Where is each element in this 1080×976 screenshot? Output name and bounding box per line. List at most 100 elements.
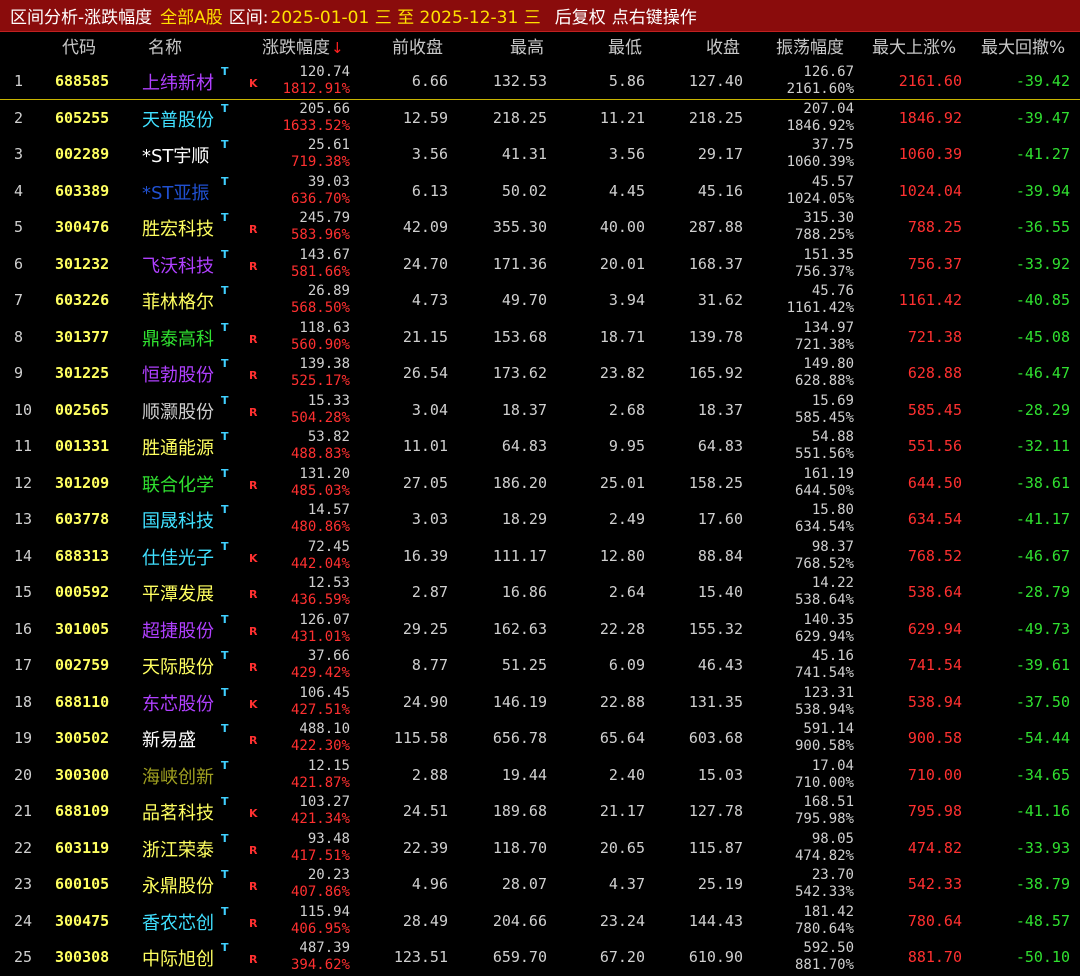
header-high[interactable]: 最高 bbox=[510, 33, 544, 63]
table-row[interactable]: 2 605255 天普股份 T 205.66 1633.52% 12.59 218.25 11.… bbox=[0, 100, 1080, 137]
table-row[interactable]: 9 301225 恒勃股份 T R 139.38 525.17% 26.54 173.62 23.… bbox=[0, 355, 1080, 392]
table-row[interactable]: 7 603226 菲林格尔 T 26.89 568.50% 4.73 49.70 3.94 31.… bbox=[0, 282, 1080, 319]
header-close[interactable]: 收盘 bbox=[706, 33, 740, 63]
high-value: 659.70 bbox=[492, 948, 547, 966]
row-index: 22 bbox=[14, 838, 33, 857]
low-value: 2.68 bbox=[608, 400, 645, 419]
amplitude-percent: 585.45% bbox=[794, 409, 854, 426]
max-up-value: 2161.60 bbox=[898, 72, 962, 90]
trade-tag: T bbox=[221, 539, 229, 553]
max-up-value: 900.58 bbox=[907, 729, 962, 747]
header-change-label: 涨跌幅度 bbox=[262, 38, 330, 58]
amplitude-percent: 551.56% bbox=[794, 446, 854, 462]
market-scope-selector[interactable]: 全部A股 bbox=[160, 3, 223, 28]
right-click-hint: 点右键操作 bbox=[611, 8, 697, 28]
interval-range[interactable]: 2025-01-01 三 至 2025-12-31 三 bbox=[271, 3, 541, 28]
table-row[interactable]: 3 002289 *ST宇顺 T 25.61 719.38% 3.56 41.31 3.56 29… bbox=[0, 136, 1080, 173]
table-row[interactable]: 4 603389 *ST亚振 T 39.03 636.70% 6.13 50.02 4.45 45… bbox=[0, 173, 1080, 210]
prev-close-value: 11.01 bbox=[402, 437, 448, 455]
high-value: 186.20 bbox=[492, 473, 547, 492]
trade-tag: T bbox=[221, 831, 229, 845]
low-value: 22.88 bbox=[599, 692, 645, 711]
header-max-drawdown[interactable]: 最大回撤% bbox=[981, 33, 1065, 63]
table-row[interactable]: 11 001331 胜通能源 T 53.82 488.83% 11.01 64.83 9.95 6… bbox=[0, 428, 1080, 465]
trade-tag: T bbox=[221, 795, 229, 808]
table-row[interactable]: 21 688109 品茗科技 T K 103.27 421.34% 24.51 189.68 21… bbox=[0, 793, 1080, 830]
stock-code: 300476 bbox=[55, 218, 110, 236]
header-amplitude[interactable]: 振荡幅度 bbox=[776, 33, 844, 63]
margin-flag: R bbox=[249, 880, 258, 893]
table-row[interactable]: 8 301377 鼎泰高科 T R 118.63 560.90% 21.15 153.68 18.… bbox=[0, 319, 1080, 356]
table-row[interactable]: 1 688585 上纬新材 T K 120.74 1812.91% 6.66 132.53 5.8… bbox=[0, 63, 1080, 100]
change-amount: 139.38 bbox=[299, 356, 350, 372]
close-value: 18.37 bbox=[697, 400, 743, 419]
high-value: 146.19 bbox=[492, 692, 547, 711]
close-value: 17.60 bbox=[697, 510, 743, 528]
max-up-value: 538.94 bbox=[907, 692, 962, 711]
close-value: 155.32 bbox=[688, 619, 743, 638]
margin-flag: R bbox=[249, 843, 258, 857]
stock-code: 603119 bbox=[55, 838, 110, 857]
title-bar: 区间分析-涨跌幅度 全部A股 区间: 2025-01-01 三 至 2025-1… bbox=[0, 0, 1080, 32]
max-up-value: 629.94 bbox=[907, 619, 962, 638]
adjust-mode[interactable]: 后复权 bbox=[555, 3, 606, 28]
stock-name: 鼎泰高科 bbox=[142, 328, 214, 350]
stock-code: 301209 bbox=[55, 473, 110, 492]
prev-close-value: 6.13 bbox=[411, 181, 448, 200]
amplitude-percent: 788.25% bbox=[794, 227, 854, 243]
trade-tag: T bbox=[221, 65, 229, 78]
amplitude-amount: 15.69 bbox=[811, 392, 854, 409]
amplitude-percent: 756.37% bbox=[794, 263, 854, 280]
high-value: 41.31 bbox=[501, 145, 547, 163]
high-value: 19.44 bbox=[501, 765, 547, 784]
amplitude-percent: 710.00% bbox=[794, 774, 854, 791]
prev-close-value: 26.54 bbox=[402, 364, 448, 382]
header-max-up[interactable]: 最大上涨% bbox=[872, 33, 956, 63]
table-row[interactable]: 20 300300 海峡创新 T 12.15 421.87% 2.88 19.44 2.40 15… bbox=[0, 757, 1080, 794]
close-value: 131.35 bbox=[688, 692, 743, 711]
trade-tag: T bbox=[221, 211, 229, 224]
table-row[interactable]: 5 300476 胜宏科技 T R 245.79 583.96% 42.09 355.30 40.… bbox=[0, 209, 1080, 246]
close-value: 64.83 bbox=[697, 437, 743, 455]
header-low[interactable]: 最低 bbox=[608, 33, 642, 63]
stock-code: 301005 bbox=[55, 619, 110, 638]
row-index: 19 bbox=[14, 729, 33, 747]
change-percent: 504.28% bbox=[290, 409, 350, 426]
row-index: 9 bbox=[14, 364, 24, 382]
table-row[interactable]: 19 300502 新易盛 T R 488.10 422.30% 115.58 656.78 65… bbox=[0, 720, 1080, 757]
stock-name: 胜宏科技 bbox=[142, 219, 214, 240]
max-drawdown-value: -38.79 bbox=[1015, 875, 1070, 893]
prev-close-value: 6.66 bbox=[411, 72, 448, 90]
header-name[interactable]: 名称 bbox=[148, 33, 182, 63]
amplitude-percent: 780.64% bbox=[794, 920, 854, 937]
close-value: 88.84 bbox=[697, 546, 743, 565]
table-row[interactable]: 18 688110 东芯股份 T K 106.45 427.51% 24.90 146.19 22… bbox=[0, 684, 1080, 721]
table-row[interactable]: 25 300308 中际旭创 T R 487.39 394.62% 123.51 659.70 6… bbox=[0, 939, 1080, 976]
stock-name: 香农芯创 bbox=[142, 912, 214, 934]
table-row[interactable]: 10 002565 顺灏股份 T R 15.33 504.28% 3.04 18.37 2.68 1… bbox=[0, 392, 1080, 429]
table-row[interactable]: 12 301209 联合化学 T R 131.20 485.03% 27.05 186.20 25… bbox=[0, 465, 1080, 502]
table-row[interactable]: 6 301232 飞沃科技 T R 143.67 581.66% 24.70 171.36 20.… bbox=[0, 246, 1080, 283]
header-change[interactable]: 涨跌幅度↓ bbox=[262, 33, 344, 63]
table-row[interactable]: 17 002759 天际股份 T R 37.66 429.42% 8.77 51.25 6.09 4… bbox=[0, 647, 1080, 684]
prev-close-value: 2.88 bbox=[411, 765, 448, 784]
table-row[interactable]: 14 688313 仕佳光子 T K 72.45 442.04% 16.39 111.17 12.… bbox=[0, 538, 1080, 575]
stock-code: 301377 bbox=[55, 327, 110, 346]
close-value: 15.40 bbox=[697, 583, 743, 601]
max-drawdown-value: -33.92 bbox=[1015, 254, 1070, 273]
table-row[interactable]: 16 301005 超捷股份 T R 126.07 431.01% 29.25 162.63 22… bbox=[0, 611, 1080, 648]
max-up-value: 768.52 bbox=[907, 546, 962, 565]
prev-close-value: 8.77 bbox=[411, 656, 448, 674]
table-row[interactable]: 24 300475 香农芯创 T R 115.94 406.95% 28.49 204.66 23… bbox=[0, 903, 1080, 940]
low-value: 25.01 bbox=[599, 473, 645, 492]
amplitude-amount: 140.35 bbox=[803, 611, 854, 628]
change-percent: 1812.91% bbox=[282, 81, 350, 97]
table-row[interactable]: 22 603119 浙江荣泰 T R 93.48 417.51% 22.39 118.70 20.… bbox=[0, 830, 1080, 867]
change-amount: 12.53 bbox=[307, 575, 350, 591]
close-value: 31.62 bbox=[697, 291, 743, 309]
table-row[interactable]: 13 603778 国晟科技 T 14.57 480.86% 3.03 18.29 2.49 17… bbox=[0, 501, 1080, 538]
table-row[interactable]: 15 000592 平潭发展 R 12.53 436.59% 2.87 16.86 2.64 15… bbox=[0, 574, 1080, 611]
table-row[interactable]: 23 600105 永鼎股份 T R 20.23 407.86% 4.96 28.07 4.37 2… bbox=[0, 866, 1080, 903]
header-code[interactable]: 代码 bbox=[62, 33, 96, 63]
header-prev-close[interactable]: 前收盘 bbox=[392, 33, 443, 63]
